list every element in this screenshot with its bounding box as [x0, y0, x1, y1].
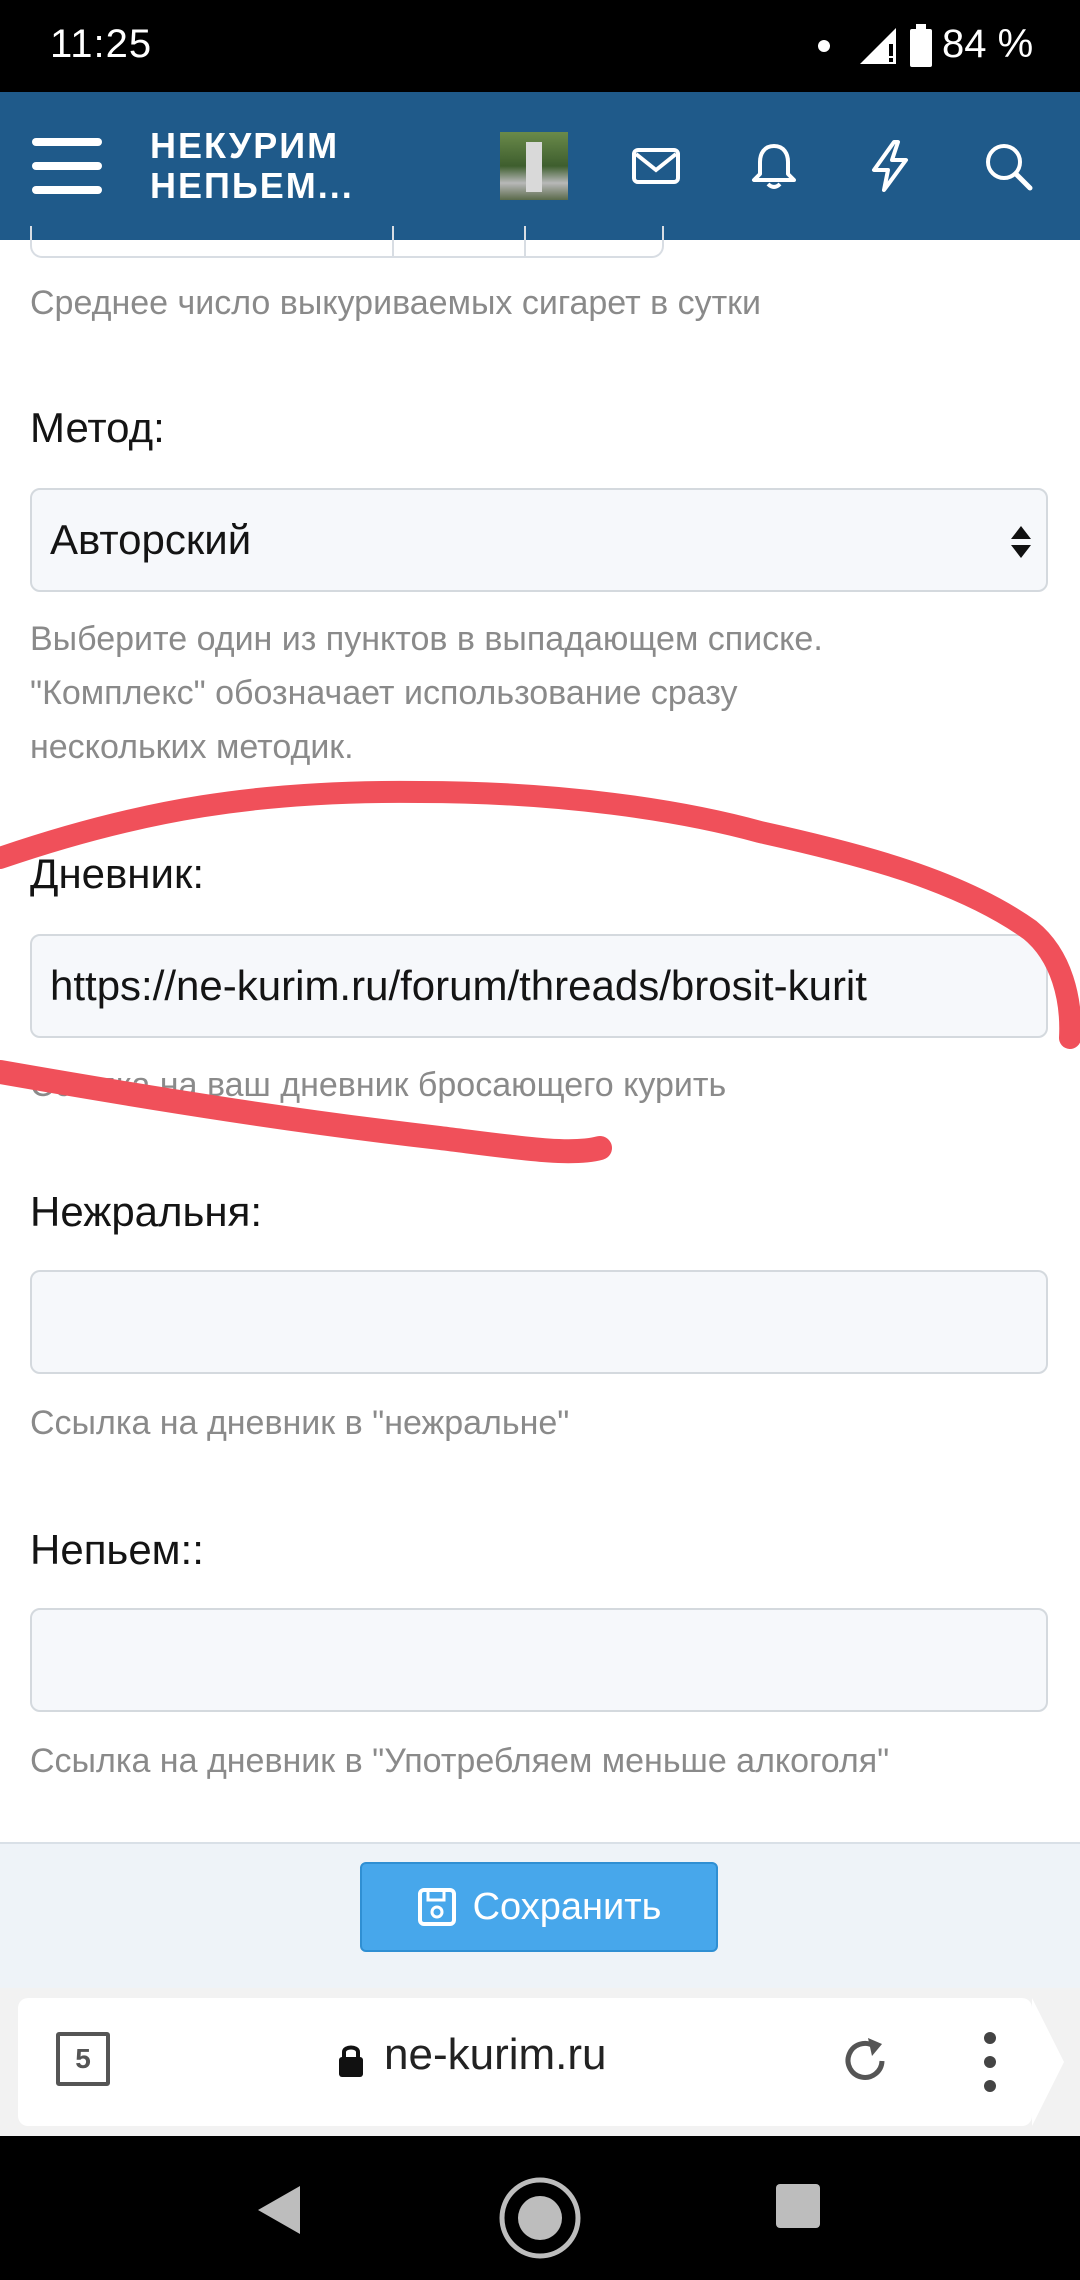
back-icon[interactable] [256, 2184, 302, 2236]
notification-dot-icon [818, 40, 830, 52]
save-bar: Сохранить [0, 1842, 1080, 1990]
save-button-label: Сохранить [472, 1885, 662, 1928]
floppy-disk-icon [417, 1888, 456, 1926]
status-time: 11:25 [50, 22, 153, 66]
nezhralnya-hint: Ссылка на дневник в "нежральне" [30, 1404, 570, 1442]
status-bar: 11:25 84 % [0, 0, 1080, 92]
search-icon[interactable] [980, 138, 1036, 194]
url-text[interactable]: ne-kurim.ru [384, 2030, 607, 2080]
more-menu-icon[interactable] [984, 2032, 996, 2104]
method-select[interactable]: Авторский [30, 488, 1048, 592]
annotation-scribble [0, 780, 1080, 1164]
lightning-icon[interactable] [862, 138, 918, 194]
site-header: НЕКУРИМ НЕПЬЕМ... [0, 92, 1080, 240]
mail-icon[interactable] [628, 138, 684, 194]
reload-icon[interactable] [838, 2034, 892, 2088]
nezhralnya-label: Нежральня: [30, 1188, 263, 1235]
user-avatar[interactable] [500, 132, 568, 200]
bell-icon[interactable] [746, 138, 802, 194]
signal-icon [860, 28, 896, 64]
nepyem-hint: Ссылка на дневник в "Употребляем меньше … [30, 1742, 890, 1780]
address-bar[interactable]: 5 ne-kurim.ru [18, 1998, 1064, 2126]
home-icon[interactable] [498, 2176, 582, 2260]
recents-icon[interactable] [776, 2184, 820, 2228]
method-label: Метод: [30, 404, 165, 451]
lock-icon [339, 2045, 363, 2077]
method-hint-1: Выберите один из пунктов в выпадающем сп… [30, 620, 823, 658]
nepyem-label: Непьем:: [30, 1526, 204, 1573]
nepyem-input[interactable] [30, 1608, 1048, 1712]
nezhralnya-input[interactable] [30, 1270, 1048, 1374]
method-hint-3: нескольких методик. [30, 728, 354, 766]
save-button[interactable]: Сохранить [360, 1862, 718, 1952]
method-hint-2: "Комплекс" обозначает использование сраз… [30, 674, 738, 712]
logo-line-2: НЕПЬЕМ... [150, 165, 354, 206]
tab-count-button[interactable]: 5 [56, 2032, 110, 2086]
system-nav-bar [0, 2136, 1080, 2280]
cigarettes-field[interactable] [30, 226, 664, 258]
logo-line-1: НЕКУРИМ [150, 125, 340, 166]
site-logo[interactable]: НЕКУРИМ НЕПЬЕМ... [150, 126, 354, 206]
method-selected-value: Авторский [50, 516, 252, 563]
battery-percent: 84 % [942, 22, 1034, 66]
menu-icon[interactable] [32, 138, 102, 194]
battery-icon [910, 24, 932, 67]
browser-bar: 5 ne-kurim.ru [0, 1988, 1080, 2136]
cigarettes-hint: Среднее число выкуриваемых сигарет в сут… [30, 284, 762, 322]
select-arrows-icon [1011, 526, 1031, 558]
